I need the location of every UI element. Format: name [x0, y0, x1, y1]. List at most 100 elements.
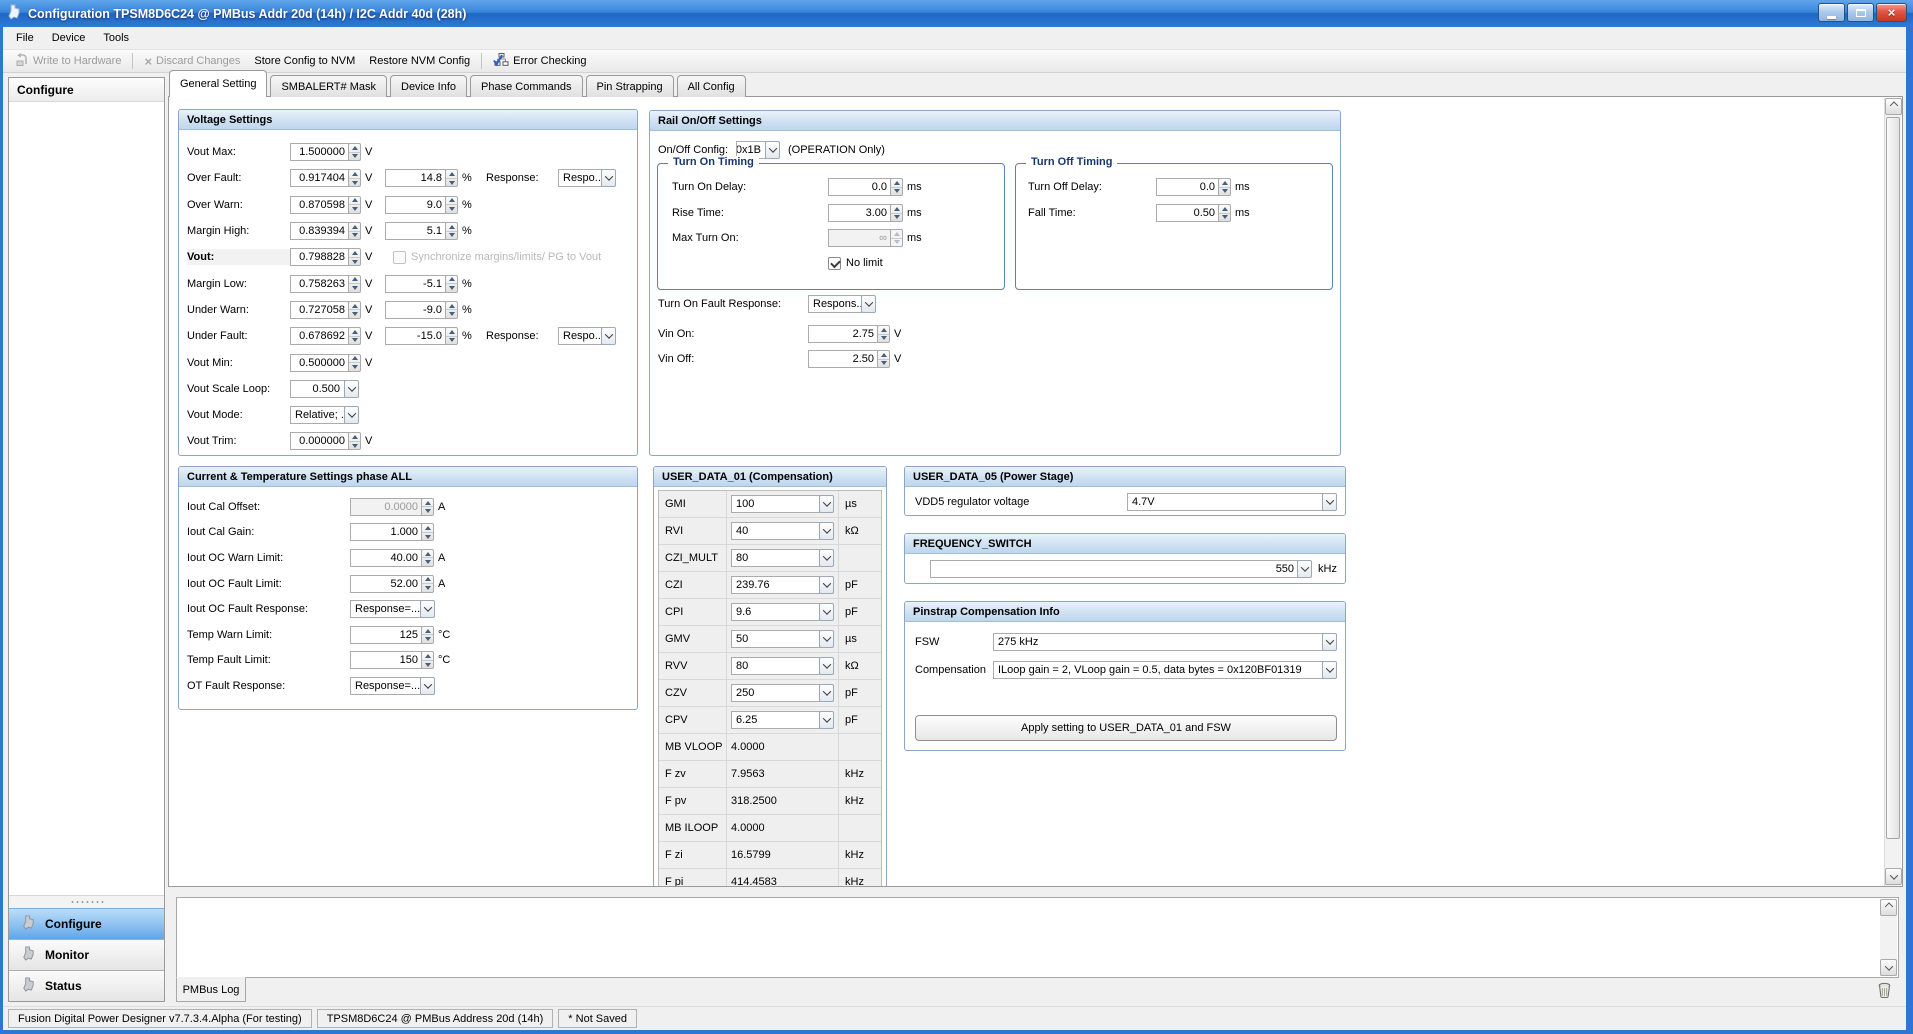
under-warn-spinner[interactable] — [348, 301, 361, 319]
compensation-dropdown[interactable]: ILoop gain = 2, VLoop gain = 0.5, data b… — [993, 661, 1337, 679]
gmi-dropdown[interactable]: 100 — [731, 495, 834, 513]
margin-low-pct-input[interactable] — [385, 275, 446, 293]
menu-tools[interactable]: Tools — [94, 29, 138, 47]
vout-min-input[interactable] — [290, 354, 349, 372]
iout-cal-gain-spinner[interactable] — [421, 523, 434, 541]
over-fault-input[interactable] — [290, 169, 349, 187]
main-scrollbar[interactable] — [1884, 98, 1901, 886]
cpv-dropdown[interactable]: 6.25 — [731, 711, 834, 729]
chevron-down-icon[interactable] — [819, 495, 834, 513]
chevron-down-icon[interactable] — [1322, 633, 1337, 651]
chevron-down-icon[interactable] — [819, 684, 834, 702]
margin-high-pct-input[interactable] — [385, 222, 446, 240]
vout-input[interactable] — [290, 248, 349, 266]
chevron-down-icon[interactable] — [1322, 661, 1337, 679]
chevron-down-icon[interactable] — [765, 141, 780, 159]
turn-off-delay-input[interactable] — [1156, 178, 1219, 196]
iout-cal-offset-input[interactable] — [350, 498, 422, 516]
chevron-down-icon[interactable] — [819, 630, 834, 648]
over-fault-pct-spinner[interactable] — [445, 169, 458, 187]
menu-file[interactable]: File — [7, 29, 43, 47]
log-scrollbar[interactable] — [1880, 899, 1897, 976]
chevron-down-icon[interactable] — [819, 522, 834, 540]
tab-smbalert-mask[interactable]: SMBALERT# Mask — [270, 75, 387, 97]
titlebar[interactable]: Configuration TPSM8D6C24 @ PMBus Addr 20… — [0, 0, 1913, 27]
over-warn-pct-spinner[interactable] — [445, 196, 458, 214]
rvv-dropdown[interactable]: 80 — [731, 657, 834, 675]
scrollbar-thumb[interactable] — [1886, 117, 1900, 839]
maximize-button[interactable] — [1847, 3, 1874, 22]
over-fault-response-dropdown[interactable]: Respo... — [558, 169, 616, 187]
under-warn-pct-spinner[interactable] — [445, 301, 458, 319]
iout-oc-warn-limit-input[interactable] — [350, 549, 422, 567]
iout-oc-fault-limit-spinner[interactable] — [421, 575, 434, 593]
write-to-hardware-button[interactable]: Write to Hardware — [8, 51, 128, 71]
sidebar-splitter[interactable] — [9, 895, 164, 908]
under-warn-input[interactable] — [290, 301, 349, 319]
sidebar-tree-area[interactable] — [9, 102, 164, 895]
over-warn-input[interactable] — [290, 196, 349, 214]
iout-oc-fault-limit-input[interactable] — [350, 575, 422, 593]
margin-high-input[interactable] — [290, 222, 349, 240]
log-scroll-up-icon[interactable] — [1880, 899, 1897, 916]
turn-on-delay-input[interactable] — [828, 178, 891, 196]
vout-trim-spinner[interactable] — [348, 432, 361, 450]
fsw-dropdown[interactable]: 275 kHz — [993, 633, 1337, 651]
cpi-dropdown[interactable]: 9.6 — [731, 603, 834, 621]
frequency-switch-input[interactable] — [930, 560, 1298, 578]
czv-dropdown[interactable]: 250 — [731, 684, 834, 702]
store-config-to-nvm-button[interactable]: Store Config to NVM — [247, 53, 362, 69]
sidebar-item-status[interactable]: Status — [9, 970, 164, 1001]
chevron-down-icon[interactable] — [819, 711, 834, 729]
vout-trim-input[interactable] — [290, 432, 349, 450]
under-fault-pct-spinner[interactable] — [445, 327, 458, 345]
under-fault-spinner[interactable] — [348, 327, 361, 345]
chevron-down-icon[interactable] — [420, 600, 435, 618]
chevron-down-icon[interactable] — [344, 406, 359, 424]
turn-off-delay-spinner[interactable] — [1218, 178, 1231, 196]
under-fault-input[interactable] — [290, 327, 349, 345]
temp-fault-limit-input[interactable] — [350, 651, 422, 669]
vin-on-input[interactable] — [808, 325, 878, 343]
margin-low-input[interactable] — [290, 275, 349, 293]
czi-dropdown[interactable]: 239.76 — [731, 576, 834, 594]
vout-min-spinner[interactable] — [348, 354, 361, 372]
iout-cal-gain-input[interactable] — [350, 523, 422, 541]
over-fault-spinner[interactable] — [348, 169, 361, 187]
temp-warn-limit-input[interactable] — [350, 626, 422, 644]
chevron-down-icon[interactable] — [601, 327, 616, 345]
chevron-down-icon[interactable] — [819, 657, 834, 675]
under-fault-pct-input[interactable] — [385, 327, 446, 345]
vin-on-spinner[interactable] — [877, 325, 890, 343]
vin-off-spinner[interactable] — [877, 350, 890, 368]
margin-high-pct-spinner[interactable] — [445, 222, 458, 240]
gmv-dropdown[interactable]: 50 — [731, 630, 834, 648]
vout-scale-loop-dropdown[interactable]: 0.500 — [290, 380, 359, 398]
pmbus-log-tab[interactable]: PMBus Log — [176, 977, 246, 1002]
chevron-down-icon[interactable] — [1297, 560, 1312, 578]
restore-nvm-config-button[interactable]: Restore NVM Config — [362, 53, 477, 69]
frequency-switch-dropdown[interactable] — [1298, 560, 1312, 578]
sidebar-item-configure[interactable]: Configure — [9, 908, 164, 939]
tab-pin-strapping[interactable]: Pin Strapping — [586, 75, 674, 97]
tab-phase-commands[interactable]: Phase Commands — [470, 75, 583, 97]
menu-device[interactable]: Device — [43, 29, 95, 47]
fall-time-input[interactable] — [1156, 204, 1219, 222]
tab-device-info[interactable]: Device Info — [390, 75, 467, 97]
over-warn-spinner[interactable] — [348, 196, 361, 214]
chevron-down-icon[interactable] — [420, 677, 435, 695]
turn-on-fault-response-dropdown[interactable]: Respons... — [808, 295, 876, 313]
turn-on-delay-spinner[interactable] — [890, 178, 903, 196]
minimize-button[interactable] — [1818, 3, 1845, 22]
rise-time-input[interactable] — [828, 204, 891, 222]
ot-fault-response-dropdown[interactable]: Response=... — [350, 677, 435, 695]
vout-max-input[interactable] — [290, 143, 349, 161]
temp-warn-limit-spinner[interactable] — [421, 626, 434, 644]
tab-general-setting[interactable]: General Setting — [169, 70, 267, 97]
apply-setting-button[interactable]: Apply setting to USER_DATA_01 and FSW — [915, 715, 1337, 741]
over-fault-pct-input[interactable] — [385, 169, 446, 187]
rise-time-spinner[interactable] — [890, 204, 903, 222]
vout-mode-dropdown[interactable]: Relative; ... — [290, 406, 359, 424]
chevron-down-icon[interactable] — [861, 295, 876, 313]
chevron-down-icon[interactable] — [819, 576, 834, 594]
